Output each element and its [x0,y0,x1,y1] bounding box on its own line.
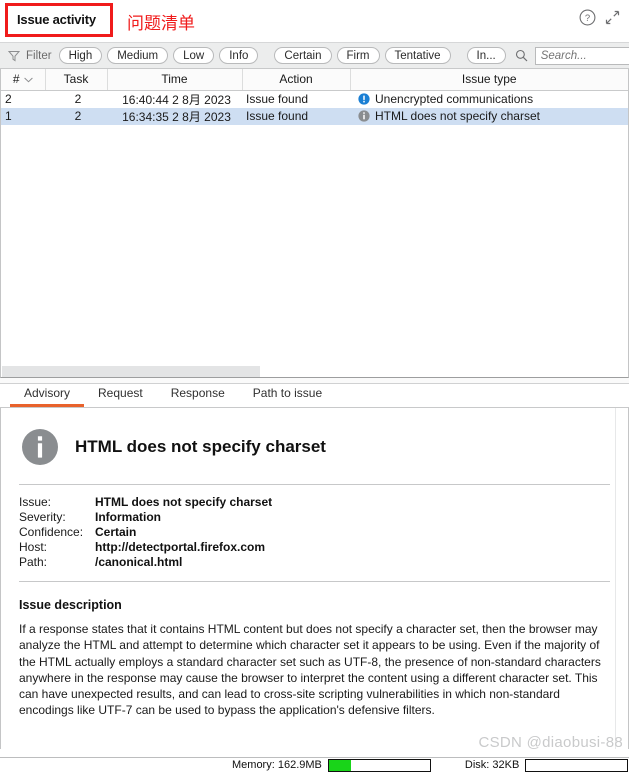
advisory-fields: Issue: HTML does not specify charset Sev… [19,495,614,569]
title-annotation-text: 问题清单 [127,14,195,34]
cell-time: 16:34:35 2 8月 2023 [107,107,242,125]
table-row[interactable]: 2 2 16:40:44 2 8月 2023 Issue found Unenc… [1,90,628,108]
tab-request[interactable]: Request [84,385,157,407]
issue-description-title: Issue description [19,598,122,612]
cell-time: 16:40:44 2 8月 2023 [122,92,231,107]
memory-gauge[interactable] [327,758,431,772]
column-header-issue-type[interactable]: Issue type [350,69,628,91]
advisory-vertical-scrollbar[interactable] [615,408,627,749]
info-circle-icon [358,110,370,122]
field-value-issue: HTML does not specify charset [95,495,273,509]
cell-num: 2 [5,92,12,106]
expand-diagonal-icon[interactable] [603,8,621,26]
cell-num: 1 [1,107,45,125]
cell-issue-type-label: HTML does not specify charset [375,109,540,123]
advisory-header: HTML does not specify charset [15,408,614,466]
filter-label: Filter [26,49,52,62]
advisory-title: HTML does not specify charset [75,437,326,456]
advisory-divider-bottom [19,581,610,582]
status-bar: Memory: 162.9MB Disk: 32KB [0,757,629,772]
field-value-severity: Information [95,510,161,524]
tab-response[interactable]: Response [157,385,239,407]
cell-issue-type-label: Unencrypted communications [375,92,534,106]
memory-label: Memory: 162.9MB [232,759,322,771]
titlebar-actions: ? [578,8,621,26]
field-value-path: /canonical.html [95,555,183,569]
funnel-icon[interactable] [8,50,20,62]
column-header-num-label: # [12,72,20,87]
memory-gauge-fill [328,759,351,771]
column-header-action[interactable]: Action [242,69,351,91]
cell-action: Issue found [246,92,309,106]
advisory-panel: HTML does not specify charset Issue: HTM… [0,408,629,749]
advisory-divider-top [19,484,610,485]
help-circle-icon[interactable]: ? [578,8,596,26]
filter-pill-info[interactable]: Info [219,47,259,64]
field-label-host: Host: [19,540,48,554]
scrollbar-thumb[interactable] [2,366,260,377]
chevron-down-icon [23,72,33,86]
info-exclamation-icon [358,93,370,105]
cell-issue-type: HTML does not specify charset [350,107,628,125]
filter-pill-certain[interactable]: Certain [274,47,332,64]
tab-advisory[interactable]: Advisory [10,385,85,407]
svg-text:?: ? [584,13,589,24]
filter-pill-high[interactable]: High [58,47,103,64]
table-row[interactable]: 1 2 16:34:35 2 8月 2023 Issue found HTML … [1,107,628,125]
filter-pill-tentative[interactable]: Tentative [384,47,451,64]
field-label-severity: Severity: [19,510,66,524]
panel-titlebar: Issue activity 问题清单 ? [0,0,629,42]
table-header-row: # Task Time Action Issue type [1,69,628,91]
filter-pill-medium[interactable]: Medium [107,47,169,64]
cell-issue-type: Unencrypted communications [350,90,628,108]
disk-label: Disk: 32KB [464,759,520,771]
issue-activity-table: # Task Time Action Issue type 2 2 16:40:… [0,69,629,365]
disk-gauge[interactable] [525,758,629,772]
cell-task: 2 [74,92,82,106]
info-circle-icon [22,429,58,465]
tab-path-to-issue[interactable]: Path to issue [239,385,336,407]
field-value-host: http://detectportal.firefox.com [95,540,266,554]
search-input[interactable] [534,46,629,65]
issue-description-body: If a response states that it contains HT… [19,622,601,718]
search-icon[interactable] [515,49,528,62]
detail-tabs: Advisory Request Response Path to issue [0,384,629,408]
field-label-confidence: Confidence: [19,525,84,539]
filter-pill-in[interactable]: In... [466,47,506,64]
column-header-task[interactable]: Task [45,69,108,91]
page-title: Issue activity [17,12,96,27]
filter-pill-low[interactable]: Low [173,47,215,64]
table-horizontal-scrollbar[interactable] [0,365,629,378]
field-value-confidence: Certain [95,525,137,539]
column-header-num[interactable]: # [1,69,46,91]
column-header-time[interactable]: Time [107,69,243,91]
field-label-issue: Issue: [19,495,52,509]
filter-pill-firm[interactable]: Firm [336,47,380,64]
cell-task: 2 [45,107,107,125]
filter-toolbar: Filter High Medium Low Info Certain Firm… [0,42,629,69]
cell-action: Issue found [242,107,350,125]
field-label-path: Path: [19,555,48,569]
